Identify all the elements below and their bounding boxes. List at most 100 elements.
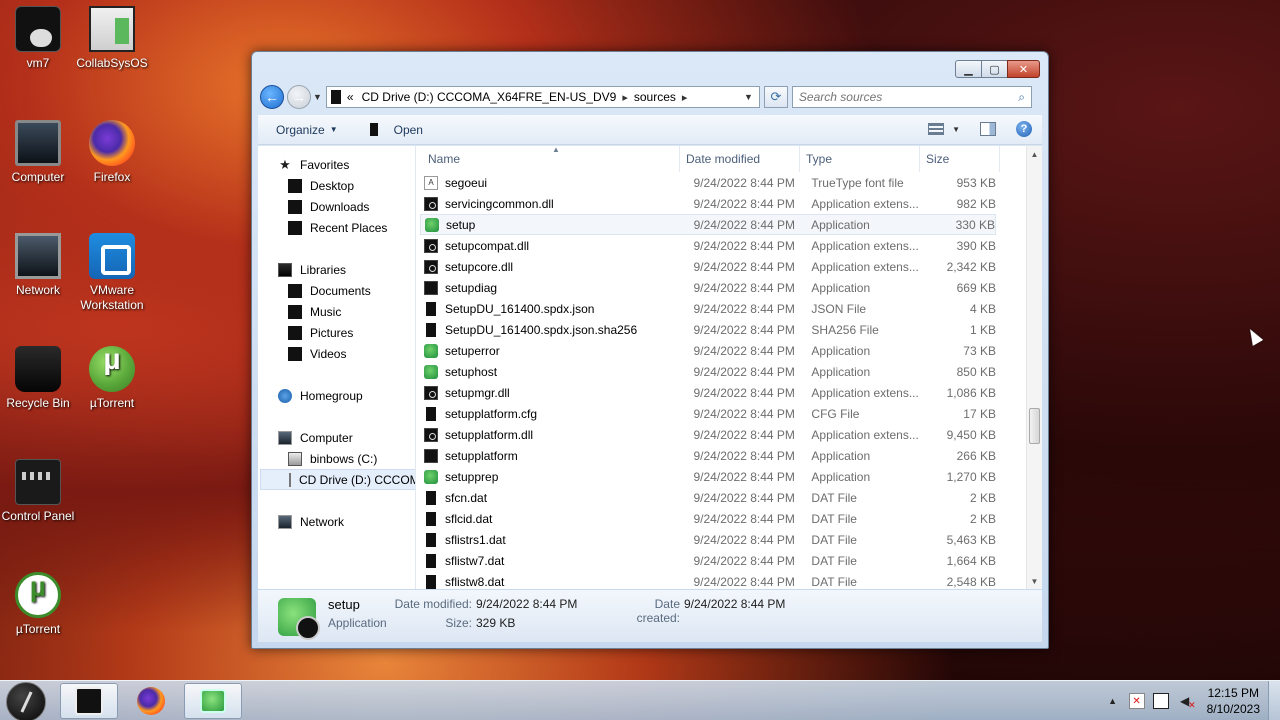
desktop-icon-control-panel[interactable]: Control Panel (0, 459, 76, 524)
taskbar-firefox-button[interactable] (122, 683, 180, 719)
address-separator[interactable]: ▸ (622, 91, 628, 104)
preview-pane-icon[interactable] (980, 122, 996, 136)
desktop-icon-vmware[interactable]: VMware Workstation (74, 233, 150, 313)
file-row[interactable]: sflistrs1.dat 9/24/2022 8:44 PM DAT File 5,… (420, 529, 996, 550)
close-button[interactable]: ✕ (1007, 60, 1040, 78)
application-icon (424, 343, 438, 358)
nav-item-desktop[interactable]: Desktop (288, 175, 354, 196)
show-hidden-icons-icon[interactable]: ▲ (1105, 693, 1121, 709)
help-icon[interactable]: ? (1016, 121, 1032, 137)
address-history-chevron[interactable]: « (347, 90, 354, 104)
file-date-modified: 9/24/2022 8:44 PM (693, 511, 795, 526)
address-bar[interactable]: « CD Drive (D:) CCCOMA_X64FRE_EN-US_DV9 … (325, 86, 760, 108)
desktop-icon-firefox[interactable]: Firefox (74, 120, 150, 185)
file-row[interactable]: sflcid.dat 9/24/2022 8:44 PM DAT File 2 KB (420, 508, 996, 529)
search-input[interactable] (798, 90, 999, 104)
column-header-name[interactable]: Name ▲ (416, 146, 680, 172)
address-segment-sources[interactable]: sources (634, 90, 676, 104)
nav-item-recent-places[interactable]: Recent Places (288, 217, 387, 238)
file-row[interactable]: Asegoeui 9/24/2022 8:44 PM TrueType font f… (420, 172, 996, 193)
nav-item-music[interactable]: Music (288, 301, 341, 322)
taskbar: ▲ ✕ ◀ 12:15 PM 8/10/2023 (0, 680, 1280, 720)
nav-item-favorites[interactable]: ★ Favorites (278, 154, 349, 175)
nav-item-videos[interactable]: Videos (288, 343, 346, 364)
show-desktop-button[interactable] (1268, 681, 1280, 720)
file-list: Name ▲ Date modified Type Size Asegoeui 9… (416, 146, 1042, 589)
file-row[interactable]: setupcore.dll 9/24/2022 8:44 PM Applicatio… (420, 256, 996, 277)
desktop-icon-computer[interactable]: Computer (0, 120, 76, 185)
file-icon (426, 490, 436, 505)
file-name: setupplatform.cfg (445, 406, 538, 421)
taskbar-explorer-button[interactable] (60, 683, 118, 719)
desktop-icon-recycle-bin[interactable]: Recycle Bin (0, 346, 76, 411)
file-icon (426, 532, 436, 547)
nav-item-homegroup[interactable]: Homegroup (278, 385, 363, 406)
volume-muted-icon[interactable]: ◀ (1177, 693, 1196, 711)
start-button[interactable] (6, 682, 46, 720)
minimize-button[interactable]: ▁ (955, 60, 982, 78)
refresh-button[interactable]: ⟳ (763, 86, 788, 108)
file-row[interactable]: setuphost 9/24/2022 8:44 PM Application 850… (420, 361, 996, 382)
desktop-icon-utorrent[interactable]: µTorrent (74, 346, 150, 411)
nav-item-drive-c[interactable]: binbows (C:) (288, 448, 377, 469)
file-row[interactable]: setupprep 9/24/2022 8:44 PM Application 1,2… (420, 466, 996, 487)
file-row[interactable]: setup 9/24/2022 8:44 PM Application 330 KB (420, 214, 996, 235)
file-row[interactable]: setuperror 9/24/2022 8:44 PM Application 73… (420, 340, 996, 361)
address-dropdown-icon[interactable]: ▼ (744, 92, 753, 102)
file-row[interactable]: SetupDU_161400.spdx.json.sha256 9/24/2022… (420, 319, 996, 340)
file-row[interactable]: sfcn.dat 9/24/2022 8:44 PM DAT File 2 KB (420, 487, 996, 508)
nav-item-computer[interactable]: Computer (278, 427, 353, 448)
network-status-icon[interactable] (1152, 693, 1169, 709)
file-row[interactable]: SetupDU_161400.spdx.json 9/24/2022 8:44 P… (420, 298, 996, 319)
file-row[interactable]: setupplatform.cfg 9/24/2022 8:44 PM CFG Fi… (420, 403, 996, 424)
file-row[interactable]: setupcompat.dll 9/24/2022 8:44 PM Applicat… (420, 235, 996, 256)
file-row[interactable]: setupmgr.dll 9/24/2022 8:44 PM Application… (420, 382, 996, 403)
nav-item-documents[interactable]: Documents (288, 280, 371, 301)
nav-item-label: Documents (310, 283, 371, 298)
file-row[interactable]: setupplatform 9/24/2022 8:44 PM Applicatio… (420, 445, 996, 466)
file-size: 330 KB (955, 217, 995, 232)
address-segment-drive[interactable]: CD Drive (D:) CCCOMA_X64FRE_EN-US_DV9 (362, 90, 617, 104)
search-box[interactable]: ⌕ (791, 86, 1032, 108)
scrollbar-thumb[interactable] (1029, 408, 1040, 444)
star-icon: ★ (279, 156, 291, 172)
details-created: Date created: (608, 597, 680, 625)
change-view-icon[interactable] (928, 123, 945, 135)
vertical-scrollbar[interactable]: ▲ ▼ (1026, 146, 1042, 589)
file-row[interactable]: setupdiag 9/24/2022 8:44 PM Application 669… (420, 277, 996, 298)
file-row[interactable]: setupplatform.dll 9/24/2022 8:44 PM Applic… (420, 424, 996, 445)
recent-pages-dropdown[interactable]: ▼ (313, 92, 322, 102)
open-button[interactable]: Open (364, 123, 423, 137)
search-icon[interactable]: ⌕ (1018, 90, 1025, 105)
scroll-down-arrow-icon[interactable]: ▼ (1027, 573, 1042, 589)
nav-item-libraries[interactable]: Libraries (278, 259, 346, 280)
action-center-flag-icon[interactable]: ✕ (1128, 693, 1145, 709)
file-row[interactable]: sflistw7.dat 9/24/2022 8:44 PM DAT File 1,6… (420, 550, 996, 571)
nav-item-drive-d[interactable]: CD Drive (D:) CCCOMA_X64FRE_EN-US_DV9 (260, 469, 415, 490)
column-header-date-modified[interactable]: Date modified (680, 146, 800, 172)
forward-button[interactable]: → (287, 85, 311, 109)
organize-button[interactable]: Organize ▼ (276, 123, 338, 137)
column-header-type[interactable]: Type (800, 146, 920, 172)
file-type: TrueType font file (811, 175, 904, 190)
maximize-button[interactable]: ▢ (981, 60, 1008, 78)
desktop-icon-vm7[interactable]: vm7 (0, 6, 76, 71)
file-type: CFG File (811, 406, 860, 421)
column-header-size[interactable]: Size (920, 146, 1000, 172)
file-row[interactable]: servicingcommon.dll 9/24/2022 8:44 PM Appl… (420, 193, 996, 214)
back-button[interactable]: ← (260, 85, 284, 109)
scroll-up-arrow-icon[interactable]: ▲ (1027, 146, 1042, 162)
nav-item-network[interactable]: Network (278, 511, 344, 532)
desktop-icon-collabsysos[interactable]: CollabSysOS (74, 6, 150, 71)
taskbar-setup-button[interactable] (184, 683, 242, 719)
address-separator[interactable]: ▸ (682, 91, 688, 104)
file-name: SetupDU_161400.spdx.json (445, 301, 595, 316)
file-row[interactable]: sflistw8.dat 9/24/2022 8:44 PM DAT File 2,5… (420, 571, 996, 589)
file-date-modified: 9/24/2022 8:44 PM (693, 532, 795, 547)
views-dropdown-icon[interactable]: ▼ (952, 125, 960, 134)
clock[interactable]: 12:15 PM 8/10/2023 (1207, 685, 1260, 717)
nav-item-downloads[interactable]: Downloads (288, 196, 369, 217)
desktop-icon-network[interactable]: Network (0, 233, 76, 298)
nav-item-pictures[interactable]: Pictures (288, 322, 353, 343)
desktop-icon-utorrent-2[interactable]: µTorrent (0, 572, 76, 637)
